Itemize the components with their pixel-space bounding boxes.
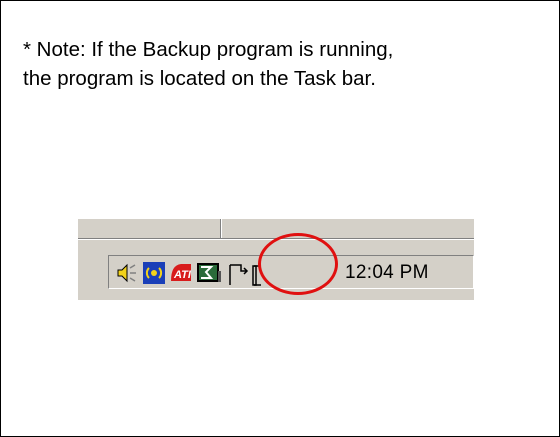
network-icon[interactable] — [142, 261, 166, 285]
highlight-circle — [258, 233, 338, 295]
backup-icon[interactable] — [227, 261, 261, 286]
media-icon[interactable] — [196, 261, 221, 285]
ati-icon[interactable]: ATI — [169, 261, 193, 285]
taskbar-divider — [220, 219, 221, 240]
taskbar-screenshot: ATI 12:04 PM — [78, 219, 474, 300]
tray-clock[interactable]: 12:04 PM — [345, 262, 429, 284]
note-line-1: * Note: If the Backup program is running… — [23, 38, 394, 61]
volume-icon[interactable] — [115, 261, 139, 285]
note-text: * Note: If the Backup program is running… — [23, 35, 543, 93]
note-line-2: the program is located on the Task bar. — [23, 67, 376, 90]
svg-text:ATI: ATI — [173, 269, 192, 281]
slide-frame: * Note: If the Backup program is running… — [0, 0, 560, 437]
